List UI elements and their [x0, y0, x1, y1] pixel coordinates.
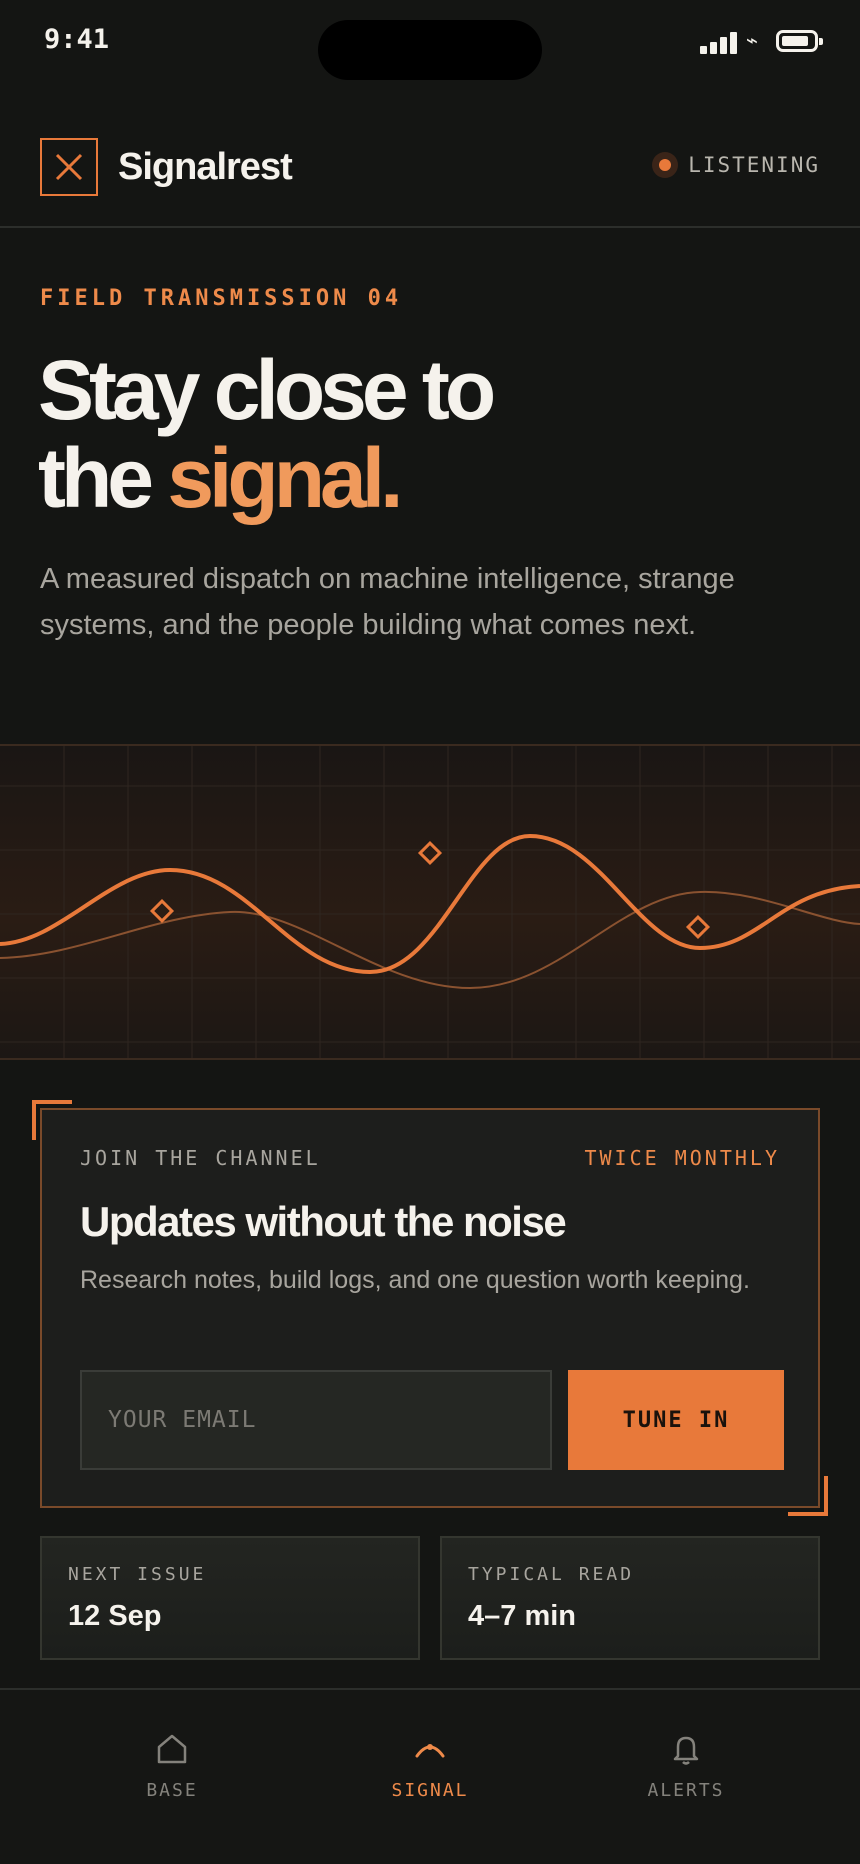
app-header: Signalrest LISTENING: [0, 110, 860, 228]
wifi-icon: ⌁: [746, 28, 759, 52]
secondary-waveform: [0, 890, 860, 990]
eyebrow: FIELD TRANSMISSION 04: [40, 286, 403, 311]
headline-line2-prefix: the: [38, 431, 168, 525]
nav-item-alerts[interactable]: ALERTS: [606, 1732, 766, 1801]
live-dot-icon: [652, 152, 679, 178]
listening-status: LISTENING: [652, 152, 820, 178]
signal-marker: [417, 840, 443, 866]
headline-line1: Stay close to: [38, 343, 496, 437]
card-corner-accent: [788, 1476, 828, 1516]
close-icon: [55, 153, 83, 181]
nav-label: ALERTS: [647, 1780, 725, 1801]
stat-typical-read: TYPICAL READ 4–7 min: [440, 1536, 820, 1660]
headline-accent: signal.: [167, 431, 403, 525]
stat-next-issue: NEXT ISSUE 12 Sep: [40, 1536, 420, 1660]
card-frequency: TWICE MONTHLY: [584, 1146, 780, 1170]
email-input[interactable]: [80, 1370, 552, 1470]
battery-icon: [776, 30, 823, 52]
signal-marker: [685, 914, 711, 940]
signal-icon: [415, 1744, 445, 1758]
signal-visual: [0, 744, 860, 1060]
stat-label: TYPICAL READ: [468, 1564, 635, 1585]
nav-item-signal[interactable]: SIGNAL: [350, 1732, 510, 1801]
stat-label: NEXT ISSUE: [68, 1564, 207, 1585]
status-bar: 9:41 ⌁: [0, 0, 860, 84]
nav-label: BASE: [146, 1780, 198, 1801]
stat-value: 12 Sep: [68, 1600, 162, 1632]
stat-value: 4–7 min: [468, 1600, 576, 1632]
card-kicker: JOIN THE CHANNEL: [80, 1146, 321, 1170]
waveform-graphic: [0, 746, 860, 1058]
nav-label: SIGNAL: [391, 1780, 469, 1801]
card-description: Research notes, build logs, and one ques…: [80, 1266, 750, 1294]
signal-marker: [149, 898, 175, 924]
bell-icon: [673, 1736, 699, 1765]
page-title: Stay close to the signal.: [38, 346, 798, 522]
listening-label: LISTENING: [688, 153, 820, 177]
dynamic-island: [318, 20, 542, 80]
cellular-signal-icon: [700, 30, 738, 54]
status-time: 9:41: [44, 24, 110, 55]
brand-name: Signalrest: [118, 146, 293, 188]
nav-item-base[interactable]: BASE: [92, 1732, 252, 1801]
bottom-nav: BASE SIGNAL ALERTS: [0, 1688, 860, 1864]
home-icon: [157, 1734, 187, 1764]
tune-in-button[interactable]: TUNE IN: [568, 1370, 784, 1470]
close-button[interactable]: [40, 138, 98, 196]
subscribe-card: JOIN THE CHANNEL TWICE MONTHLY Updates w…: [40, 1108, 820, 1508]
card-title: Updates without the noise: [80, 1198, 567, 1245]
hero-lede: A measured dispatch on machine intellige…: [40, 563, 735, 641]
